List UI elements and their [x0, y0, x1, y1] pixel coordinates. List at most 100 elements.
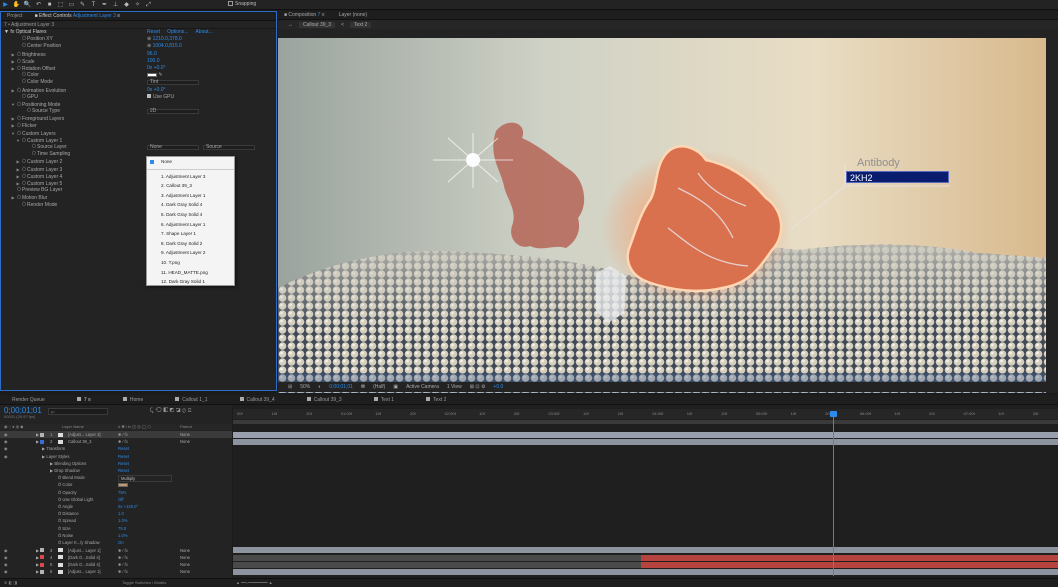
parent-dropdown[interactable]: None: [180, 431, 190, 438]
effect-property-row[interactable]: ▼ ŌPositioning Mode: [1, 101, 276, 108]
grid-icon[interactable]: ⊠ ⊡ ⚙: [470, 384, 486, 390]
timeline-tab[interactable]: Callout 1_1: [163, 397, 227, 403]
dropdown-item[interactable]: 5. Dark Gray Solid 4: [147, 210, 234, 220]
layer-property-row[interactable]: ▶ Blending Options Reset: [0, 460, 232, 467]
toolbar-tool-icon[interactable]: ✋: [12, 1, 21, 9]
property-value[interactable]: None Source: [147, 144, 255, 151]
layer-property-row[interactable]: Ō Spread 1.0%: [0, 517, 232, 524]
time-ruler[interactable]: 00f 10f 20f 01:00f 10f 20f 02:00f 10f 20f 03:00f 1…: [233, 409, 1058, 419]
timeline-tab[interactable]: Render Queue: [0, 397, 65, 403]
property-value[interactable]: ⊕ 1210.0,378.0: [147, 36, 182, 43]
eye-icon[interactable]: ◉: [4, 554, 8, 561]
dropdown-item[interactable]: 1. Adjustment Layer 3: [147, 172, 234, 182]
dropdown-item[interactable]: 9. Adjustment Layer 2: [147, 248, 234, 258]
viewer-timecode[interactable]: 0;00;01;01: [329, 384, 353, 390]
property-value-text[interactable]: 0x +0.0°: [147, 65, 166, 71]
parent-dropdown[interactable]: None: [180, 561, 190, 568]
effect-property-row[interactable]: ▶ ŌAnimation Evolution 0x +0.0°: [1, 87, 276, 94]
property-value[interactable]: Tint: [147, 79, 199, 86]
label-color[interactable]: [40, 548, 44, 553]
dropdown-item[interactable]: 6. Adjustment Layer 1: [147, 220, 234, 230]
property-value[interactable]: ⊕ 1004.0,815.0: [147, 43, 182, 50]
toggle-switches-modes[interactable]: Toggle Switches / Modes: [122, 579, 166, 587]
eye-icon[interactable]: ◉: [4, 568, 8, 575]
eye-icon[interactable]: ◉: [4, 561, 8, 568]
layer-row[interactable]: ◉ ▶ 1 [Adjust... Layer 3] ✱ ⁄ fx None: [0, 431, 232, 439]
snapshot-icon[interactable]: ◐: [318, 384, 321, 390]
tab-composition[interactable]: ■ Composition 7 ≡: [284, 12, 325, 18]
camera-icon[interactable]: ⛃: [361, 384, 365, 390]
layer-name[interactable]: [Adjust... Layer 1]: [68, 547, 101, 554]
property-value[interactable]: 0x +0.0°: [147, 65, 166, 72]
layer-row[interactable]: ◉ ▶ 4 [Dark G...Solid 4] ✱ ⁄ fx None: [0, 554, 232, 561]
point-value[interactable]: 1210.0,378.0: [153, 36, 182, 42]
layer-duration-bar[interactable]: [233, 438, 1058, 445]
layer-name[interactable]: [Dark G...Solid 4]: [68, 554, 100, 561]
property-value[interactable]: Reset: [118, 460, 129, 467]
layer-property-row[interactable]: Ō Opacity 75%: [0, 489, 232, 496]
toolbar-tool-icon[interactable]: ✒: [100, 1, 109, 9]
toolbar-tool-icon[interactable]: ▭: [67, 1, 76, 9]
property-value[interactable]: Reset: [118, 453, 129, 460]
point-value[interactable]: 1004.0,815.0: [153, 43, 182, 49]
toolbar-tool-icon[interactable]: ⤢: [144, 1, 153, 9]
layer-duration-bar[interactable]: [233, 561, 641, 568]
switches-icons[interactable]: ✱ ⁄ fx: [118, 431, 128, 438]
eyedropper-icon[interactable]: ✎: [157, 72, 162, 78]
effect-property-row[interactable]: ŌGPU Use GPU: [1, 94, 276, 101]
twirl-right-icon[interactable]: ▶: [36, 547, 39, 554]
tab-project[interactable]: Project: [7, 13, 23, 19]
dropdown-item[interactable]: 7. Shape Layer 1: [147, 229, 234, 239]
effect-property-row[interactable]: ŌCenter Position ⊕ 1004.0,815.0: [1, 43, 276, 50]
layer-property-row[interactable]: ◉ ▶ Transform Reset: [0, 445, 232, 452]
effect-link-about[interactable]: About...: [195, 29, 212, 35]
property-value[interactable]: 1.0: [118, 510, 124, 517]
parent-dropdown[interactable]: None: [180, 438, 190, 445]
twirl-right-icon[interactable]: ▶: [36, 438, 39, 445]
layer-property-row[interactable]: Ō Angle 0x +120.0°: [0, 503, 232, 510]
property-value[interactable]: 100.0: [147, 58, 160, 65]
twirl-right-icon[interactable]: ▶: [36, 554, 39, 561]
toolbar-tool-icon[interactable]: ✎: [78, 1, 87, 9]
effect-property-row[interactable]: ▶ ŌRotation Offset 0x +0.0°: [1, 65, 276, 72]
shadow-color-swatch[interactable]: [118, 482, 128, 487]
switches-icons[interactable]: ✱ ⁄ fx: [118, 561, 128, 568]
toolbar-tool-icon[interactable]: ◆: [122, 1, 131, 9]
view-layout-dropdown[interactable]: 1 View: [447, 384, 462, 390]
current-time-indicator[interactable]: [833, 411, 834, 576]
property-value[interactable]: Reset: [118, 445, 129, 452]
timeline-tab[interactable]: Callout 39_3: [295, 397, 362, 403]
switches-icons[interactable]: ✱ ⁄ fx: [118, 568, 128, 575]
timeline-search-input[interactable]: ρ•: [48, 408, 108, 415]
effect-property-row[interactable]: ŌColor Mode Tint: [1, 79, 276, 86]
layer-property-row[interactable]: Ō Color: [0, 481, 232, 488]
property-value[interactable]: On: [118, 539, 124, 546]
property-value-text[interactable]: 96.0: [147, 51, 157, 57]
eye-icon[interactable]: ◉: [4, 438, 8, 445]
property-value[interactable]: 0x +0.0°: [147, 87, 166, 94]
property-value[interactable]: 96.0: [147, 51, 157, 58]
property-value[interactable]: Off: [118, 496, 124, 503]
layer-duration-bar-active[interactable]: [641, 561, 1058, 568]
layer-name[interactable]: [Adjust... Layer 1]: [68, 568, 101, 575]
dropdown-item[interactable]: 12. Dark Gray Solid 1: [147, 277, 234, 287]
label-color[interactable]: [40, 569, 44, 574]
label-color[interactable]: [40, 439, 44, 444]
layer-property-row[interactable]: Ō Size 75.0: [0, 525, 232, 532]
dropdown-item-none[interactable]: None: [147, 157, 234, 167]
source-mode-dropdown[interactable]: Source: [203, 145, 255, 150]
label-color[interactable]: [40, 432, 44, 437]
tab-layer[interactable]: Layer (none): [339, 12, 367, 18]
property-value[interactable]: 75%: [118, 489, 126, 496]
property-dropdown[interactable]: 2D: [147, 109, 199, 115]
current-time-indicator-head[interactable]: [830, 411, 837, 417]
toolbar-tool-icon[interactable]: ⊥: [111, 1, 120, 9]
toolbar-tool-icon[interactable]: ↶: [34, 1, 43, 9]
work-area-bar[interactable]: [233, 420, 1058, 424]
toolbar-tool-icon[interactable]: ▶: [1, 1, 10, 9]
footer-icons[interactable]: ⊕ ◧ ◨: [4, 579, 17, 587]
label-color[interactable]: [40, 555, 44, 560]
grow-icon[interactable]: ⊞: [288, 384, 292, 390]
layer-property-row[interactable]: Ō Use Global Light Off: [0, 496, 232, 503]
resolution-dropdown[interactable]: (Half): [373, 384, 385, 390]
